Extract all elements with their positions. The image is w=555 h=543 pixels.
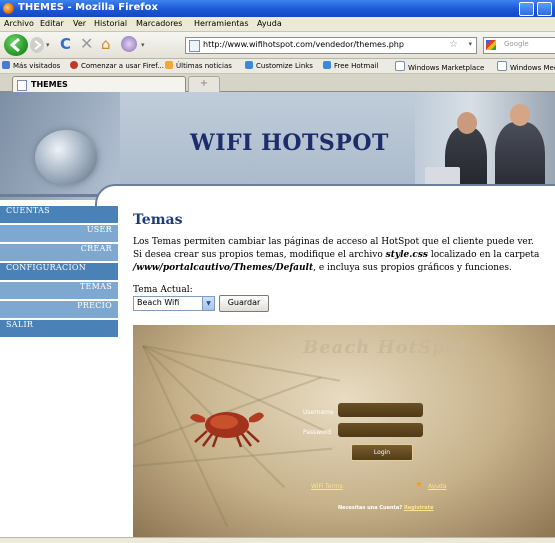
desc-text: , e incluya sus propios gráficos y funci…	[313, 263, 512, 273]
url-dropdown-icon[interactable]: ▾	[468, 40, 472, 48]
menu-ver[interactable]: Ver	[73, 19, 86, 28]
desc-file-name: style.css	[385, 250, 428, 260]
sidebar-item-configuracion[interactable]: CONFIGURACIÓN	[0, 263, 118, 280]
bookmark-dropdown-icon[interactable]: ▾	[141, 41, 145, 49]
username-label: Username	[303, 409, 334, 416]
menu-bar: Archivo Editar Ver Historial Marcadores …	[0, 17, 555, 32]
tab-bar: THEMES +	[0, 74, 555, 92]
menu-marcadores[interactable]: Marcadores	[136, 19, 182, 28]
bookmark-ultimas-noticias[interactable]: Últimas noticias	[165, 61, 232, 70]
menu-editar[interactable]: Editar	[40, 19, 64, 28]
bookmark-label: Windows Media	[510, 64, 555, 72]
google-icon	[486, 40, 496, 50]
history-dropdown-icon[interactable]: ▾	[46, 41, 50, 49]
status-bar	[0, 537, 555, 543]
home-icon[interactable]: ⌂	[101, 35, 111, 53]
sidebar-item-cuentas[interactable]: CUENTAS	[0, 206, 118, 223]
bookmark-label: Windows Marketplace	[408, 64, 485, 72]
sidebar-item-salir[interactable]: SALIR	[0, 320, 118, 337]
wifi-terms-link: WiFi Terms	[311, 483, 343, 490]
menu-herramientas[interactable]: Herramientas	[194, 19, 249, 28]
window-title-bar: THEMES - Mozilla Firefox	[0, 0, 555, 17]
globe-image	[35, 130, 97, 185]
username-field	[338, 403, 423, 417]
navigation-toolbar: ▾ C ✕ ⌂ ▾ http://www.wifihotspot.com/ven…	[0, 32, 555, 59]
page-title: Temas	[133, 212, 183, 228]
person-head	[510, 104, 530, 126]
register-link: Registrate	[403, 505, 434, 511]
bookmark-label: Customize Links	[256, 62, 313, 70]
person-head	[457, 112, 477, 134]
sidebar-nav: CUENTAS USER CREAR CONFIGURACIÓN TEMAS P…	[0, 206, 118, 339]
window-title: THEMES - Mozilla Firefox	[18, 2, 158, 13]
theme-select-value: Beach Wifi	[137, 298, 180, 307]
menu-archivo[interactable]: Archivo	[4, 19, 34, 28]
site-banner: WIFI HOTSPOT	[0, 92, 555, 206]
password-field	[338, 423, 423, 437]
bookmark-label: Free Hotmail	[334, 62, 379, 70]
chevron-down-icon[interactable]: ▼	[202, 297, 214, 310]
help-link: Ayuda	[428, 483, 447, 490]
bookmarks-toolbar: Más visitados Comenzar a usar Firef... Ú…	[0, 59, 555, 74]
menu-historial[interactable]: Historial	[94, 19, 127, 28]
search-box[interactable]: Google	[483, 37, 555, 54]
tab-themes[interactable]: THEMES	[12, 76, 186, 92]
account-text: Necesitas una Cuenta?	[338, 505, 403, 511]
theme-preview-image: Beach HotSpot Username Password Login Wi…	[133, 325, 555, 537]
preview-title: Beach HotSpot	[303, 337, 468, 358]
account-prompt: Necesitas una Cuenta? Registrate	[338, 505, 433, 511]
theme-select-row: Beach Wifi ▼ Guardar	[133, 295, 543, 312]
sidebar-item-precio[interactable]: PRECIO	[0, 301, 118, 318]
tab-label: THEMES	[31, 80, 68, 89]
maximize-button[interactable]	[537, 2, 552, 16]
address-bar[interactable]: http://www.wifihotspot.com/vendedor/them…	[185, 37, 477, 54]
bookmark-comenzar[interactable]: Comenzar a usar Firef...	[70, 61, 164, 70]
new-tab-button[interactable]: +	[188, 76, 220, 92]
stop-icon[interactable]: ✕	[80, 34, 93, 53]
current-theme-label: Tema Actual:	[133, 285, 193, 295]
bookmark-label: Comenzar a usar Firef...	[81, 62, 164, 70]
minimize-button[interactable]	[519, 2, 534, 16]
bookmark-windows-marketplace[interactable]: Windows Marketplace	[395, 61, 484, 72]
theme-select[interactable]: Beach Wifi ▼	[133, 296, 215, 311]
bookmark-star-icon[interactable]: ☆	[449, 39, 458, 50]
bookmark-windows-media[interactable]: Windows Media	[497, 61, 555, 72]
sidebar-item-temas[interactable]: TEMAS	[0, 282, 118, 299]
banner-curve	[95, 184, 555, 206]
themes-description: Los Temas permiten cambiar las páginas d…	[133, 236, 543, 275]
url-text: http://www.wifihotspot.com/vendedor/them…	[203, 40, 404, 49]
bookmark-free-hotmail[interactable]: Free Hotmail	[323, 61, 378, 70]
bookmark-mas-visitados[interactable]: Más visitados	[2, 61, 60, 70]
bookmark-manager-icon[interactable]	[121, 36, 137, 52]
bookmark-label: Más visitados	[13, 62, 61, 70]
bookmark-label: Últimas noticias	[176, 62, 232, 70]
menu-ayuda[interactable]: Ayuda	[257, 19, 282, 28]
desc-text: localizado en la carpeta	[427, 250, 540, 260]
sidebar-item-crear[interactable]: CREAR	[0, 244, 118, 261]
back-button[interactable]	[4, 34, 28, 56]
sidebar-item-user[interactable]: USER	[0, 225, 118, 242]
main-panel: Temas Los Temas permiten cambiar las pág…	[133, 212, 543, 312]
banner-title: WIFI HOTSPOT	[190, 130, 389, 156]
password-label: Password	[303, 429, 332, 436]
desc-folder-path: /www/portalcautivo/Themes/Default	[133, 263, 314, 273]
page-favicon-icon	[189, 40, 200, 52]
banner-divider	[0, 194, 100, 197]
tab-favicon-icon	[17, 80, 27, 91]
reload-icon[interactable]: C	[60, 35, 71, 53]
save-button[interactable]: Guardar	[219, 295, 269, 312]
forward-button[interactable]	[30, 37, 44, 53]
bookmark-customize-links[interactable]: Customize Links	[245, 61, 313, 70]
login-button: Login	[351, 444, 413, 461]
star-icon: ★	[415, 480, 424, 490]
firefox-icon	[3, 3, 14, 14]
palm-frond-shape	[133, 447, 333, 467]
crab-image	[190, 412, 264, 448]
search-placeholder: Google	[504, 40, 529, 48]
